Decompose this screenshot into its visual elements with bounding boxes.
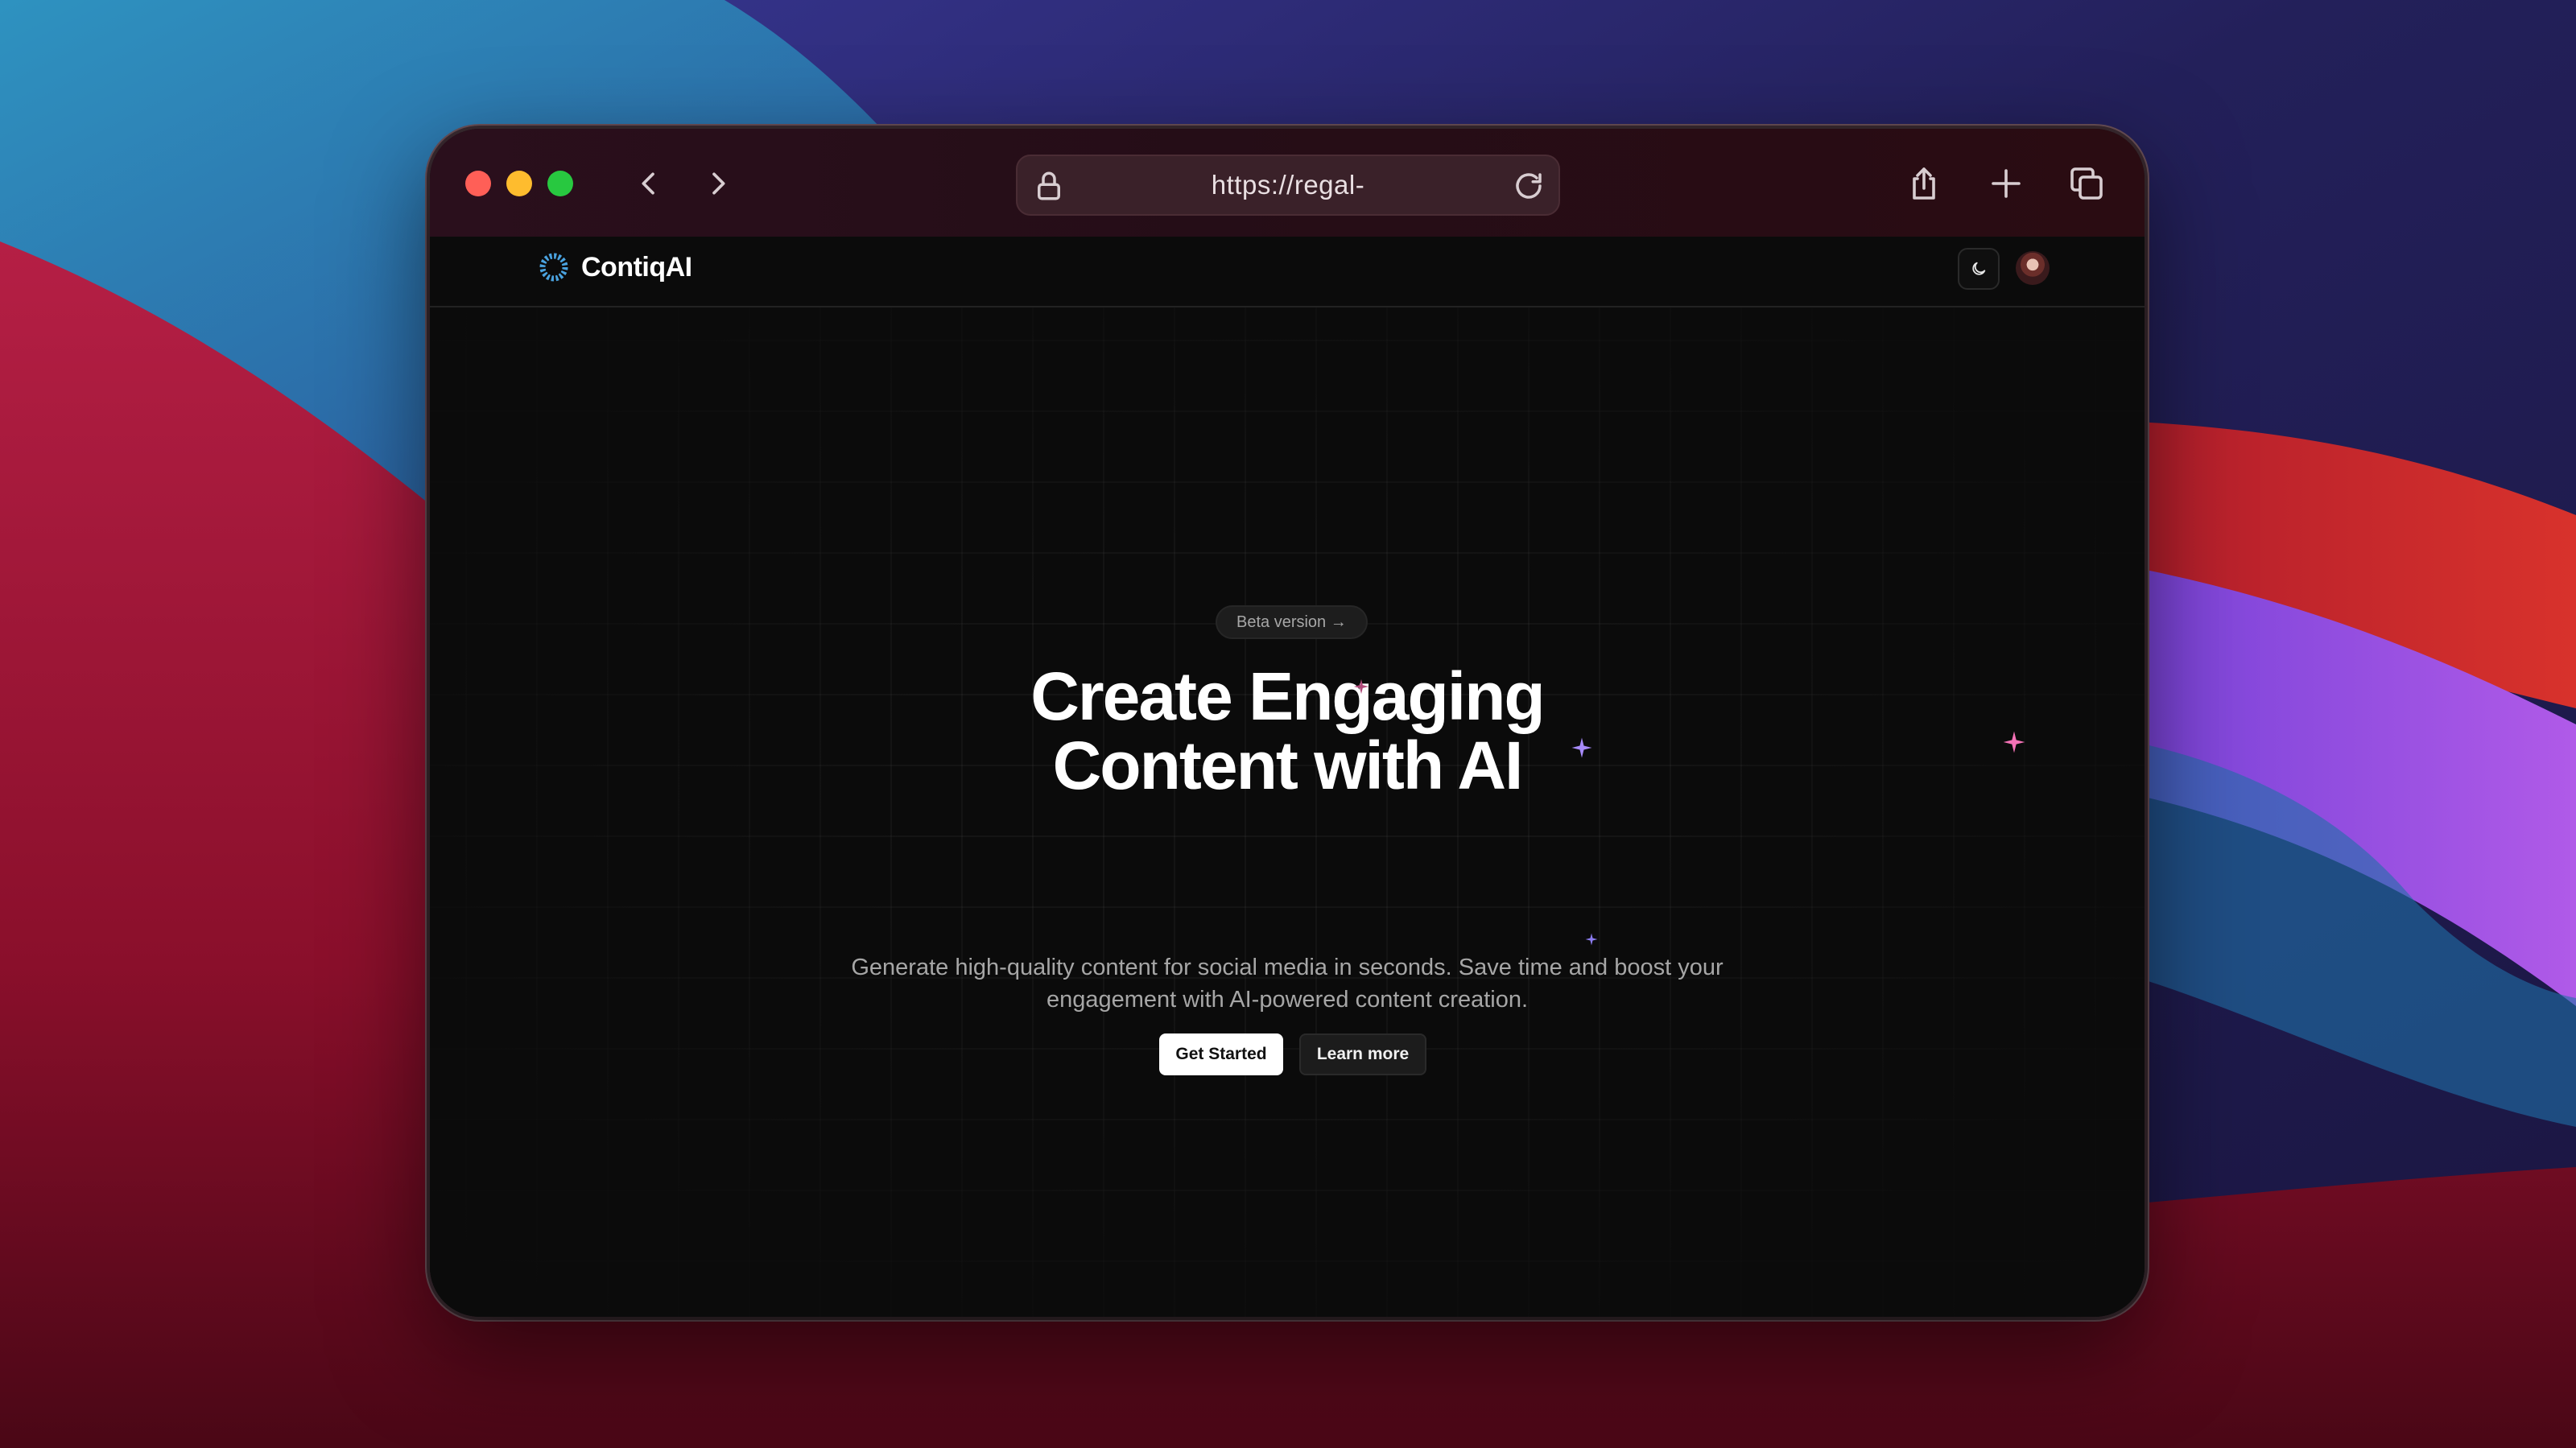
hero-headline: Create Engaging Content with AI bbox=[430, 662, 2145, 800]
maximize-window-button[interactable] bbox=[547, 171, 573, 196]
subtext-line-2: engagement with AI-powered content creat… bbox=[1046, 987, 1529, 1013]
new-tab-button[interactable] bbox=[1980, 158, 2032, 209]
back-button[interactable] bbox=[625, 159, 673, 208]
sparkle-icon bbox=[1585, 933, 1598, 946]
beta-version-badge[interactable]: Beta version → bbox=[1216, 605, 1368, 639]
address-bar[interactable]: https://regal- bbox=[1016, 155, 1560, 216]
learn-more-button[interactable]: Learn more bbox=[1299, 1033, 1426, 1075]
web-page: ContiqAI Beta version → Create Engaging … bbox=[430, 237, 2145, 1317]
get-started-button[interactable]: Get Started bbox=[1159, 1033, 1283, 1075]
browser-toolbar: https://regal- bbox=[430, 129, 2145, 237]
tab-overview-button[interactable] bbox=[2061, 158, 2112, 209]
subtext-line-1: Generate high-quality content for social… bbox=[851, 955, 1724, 980]
reload-icon[interactable] bbox=[1512, 169, 1546, 203]
chevron-right-icon bbox=[712, 172, 725, 195]
browser-window: https://regal- ContiqAI Beta version → C… bbox=[430, 129, 2145, 1317]
sparkle-icon bbox=[1571, 737, 1592, 758]
address-bar-url: https://regal- bbox=[1211, 170, 1365, 200]
share-icon bbox=[1913, 167, 1935, 200]
headline-line-1: Create Engaging bbox=[1030, 658, 1545, 734]
tabs-icon bbox=[2070, 167, 2103, 200]
sparkle-icon bbox=[1353, 679, 1369, 695]
hero-subtext: Generate high-quality content for social… bbox=[430, 951, 2145, 1016]
chevron-left-icon bbox=[642, 172, 654, 195]
plus-icon bbox=[1992, 169, 2021, 198]
share-button[interactable] bbox=[1898, 158, 1950, 209]
sparkle-icon bbox=[2003, 731, 2025, 753]
headline-line-2: Content with AI bbox=[1052, 728, 1524, 803]
hero-section: Beta version → Create Engaging Content w… bbox=[430, 237, 2145, 1317]
forward-button[interactable] bbox=[694, 159, 742, 208]
minimize-window-button[interactable] bbox=[506, 171, 532, 196]
close-window-button[interactable] bbox=[465, 171, 491, 196]
